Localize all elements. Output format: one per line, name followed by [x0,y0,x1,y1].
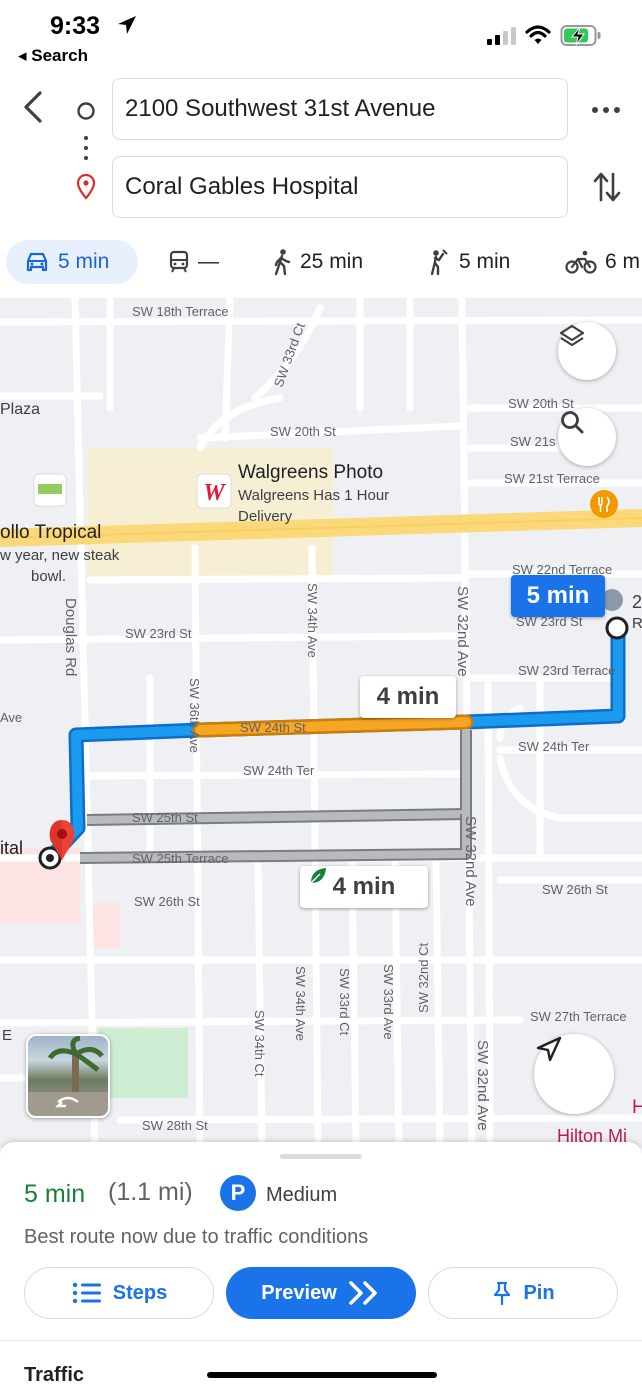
origin-field[interactable]: 2100 Southwest 31st Avenue [112,78,568,140]
search-along-route-button[interactable] [558,408,616,466]
recenter-button[interactable] [534,1034,614,1114]
street-label: SW 34th Ct [252,1010,267,1077]
poi-walgreens-subtitle: Delivery [238,508,293,525]
street-label: SW 18th Terrace [132,304,229,319]
pin-button[interactable]: Pin [428,1267,618,1319]
hilton-h-label: H [632,1097,642,1118]
rideshare-icon [430,249,448,276]
route-time-callout-eco[interactable]: 4 min [300,866,428,908]
street-label: SW 24th Ter [518,739,590,754]
street-label: SW 36th Ave [187,678,202,753]
street-label: SW 25th St [132,810,198,825]
street-label: SW 25th Terrace [132,851,229,866]
street-label: SW 24th Ter [243,763,315,778]
more-options-icon[interactable] [590,100,622,120]
route-duration: 5 min [24,1180,86,1208]
back-arrow-icon[interactable] [20,90,46,124]
poi-hospital-label[interactable]: ital [0,838,23,858]
steps-button[interactable]: Steps [24,1267,214,1319]
street-label: Plaza [0,401,40,418]
travel-mode-bar: 5 min — 25 min 5 min 6 m [0,240,642,292]
street-label: SW 33rd Ave [381,964,396,1040]
street-label: SW 20th St [270,424,336,439]
sheet-drag-handle[interactable] [280,1154,362,1159]
traffic-section-title: Traffic [24,1364,85,1386]
origin-circle-icon [77,102,95,120]
status-time: 9:33 [50,12,101,40]
mode-rideshare-tab[interactable]: 5 min [427,240,510,284]
poi-pollo-title[interactable]: ollo Tropical [0,522,101,543]
poi-pollo-subtitle: bowl. [31,568,66,585]
layers-icon [559,324,585,347]
wifi-icon [525,25,551,44]
street-label: SW 33rd Ct [337,968,352,1036]
map-canvas: W H SW 18th Terrace SW 33rd Ct Plaza SW … [0,298,642,1148]
navigation-arrow-icon [536,1036,562,1062]
street-label: SW 21st Terrace [504,471,600,486]
search-icon [561,411,584,434]
street-view-thumbnail[interactable] [26,1034,110,1118]
street-label: SW 24th St [240,720,306,735]
street-label: E [2,1027,12,1044]
street-label: SW 21s [510,434,556,449]
list-icon [72,1282,101,1304]
route-time-callout-alt[interactable]: 4 min [360,676,456,718]
street-label: SW 34th Ave [305,583,320,658]
route-summary-sheet: 5 min (1.1 mi) P Medium Best route now d… [0,1142,642,1390]
street-label: SW 32nd Ave [462,816,479,907]
street-label: SW 34th Ave [293,966,308,1041]
street-label: SW 32nd Ave [474,1040,491,1131]
route-description: Best route now due to traffic conditions [24,1226,369,1248]
car-icon [26,252,48,272]
poi-walgreens-subtitle: Walgreens Has 1 Hour [238,487,389,504]
double-chevron-right-icon [348,1281,377,1305]
layers-button[interactable] [558,322,616,380]
street-label: 2 [632,592,642,612]
street-label: SW 32nd Ct [416,943,431,1013]
map-view[interactable]: W H SW 18th Terrace SW 33rd Ct Plaza SW … [0,298,642,1148]
street-label: Douglas Rd [62,598,79,676]
location-arrow-icon [118,16,136,34]
street-view-image [28,1036,108,1116]
street-label: R [632,615,642,632]
mode-cycling-tab[interactable]: 6 m [565,240,640,284]
parking-difficulty: Medium [266,1184,338,1206]
divider [0,1340,642,1341]
street-label: SW 27th Terrace [530,1009,627,1024]
destination-pin-icon [76,174,96,200]
preview-button[interactable]: Preview [226,1267,416,1319]
route-dots-icon [84,136,88,160]
svg-text:W: W [203,480,226,506]
eco-leaf-icon [310,868,326,884]
street-label: SW 26th St [134,894,200,909]
back-to-app-link[interactable]: ◂ Search [18,46,88,66]
street-label: SW 32nd Ave [454,586,471,677]
street-label: SW 23rd St [125,626,192,641]
transit-icon [169,250,189,273]
route-distance: (1.1 mi) [108,1178,193,1206]
street-label: SW 26th St [542,882,608,897]
battery-charging-icon [560,25,601,46]
poi-walgreens-title[interactable]: Walgreens Photo [238,462,383,483]
mode-transit-tab[interactable]: — [168,240,219,284]
walk-icon [274,249,291,276]
poi-pollo-subtitle: w year, new steak [0,547,120,564]
swap-directions-icon[interactable] [592,170,622,204]
mode-driving-tab[interactable]: 5 min [6,240,138,284]
home-indicator[interactable] [207,1372,437,1378]
destination-field[interactable]: Coral Gables Hospital [112,156,568,218]
street-label: Ave [0,710,22,725]
street-label: SW 23rd Terrace [518,663,615,678]
route-time-callout-primary[interactable]: 5 min [511,575,605,617]
parking-icon: P [220,1175,256,1211]
pin-icon [494,1281,511,1306]
street-label: SW 28th St [142,1118,208,1133]
bike-icon [565,250,597,274]
signal-icon [487,27,516,45]
mode-walking-tab[interactable]: 25 min [272,240,363,284]
